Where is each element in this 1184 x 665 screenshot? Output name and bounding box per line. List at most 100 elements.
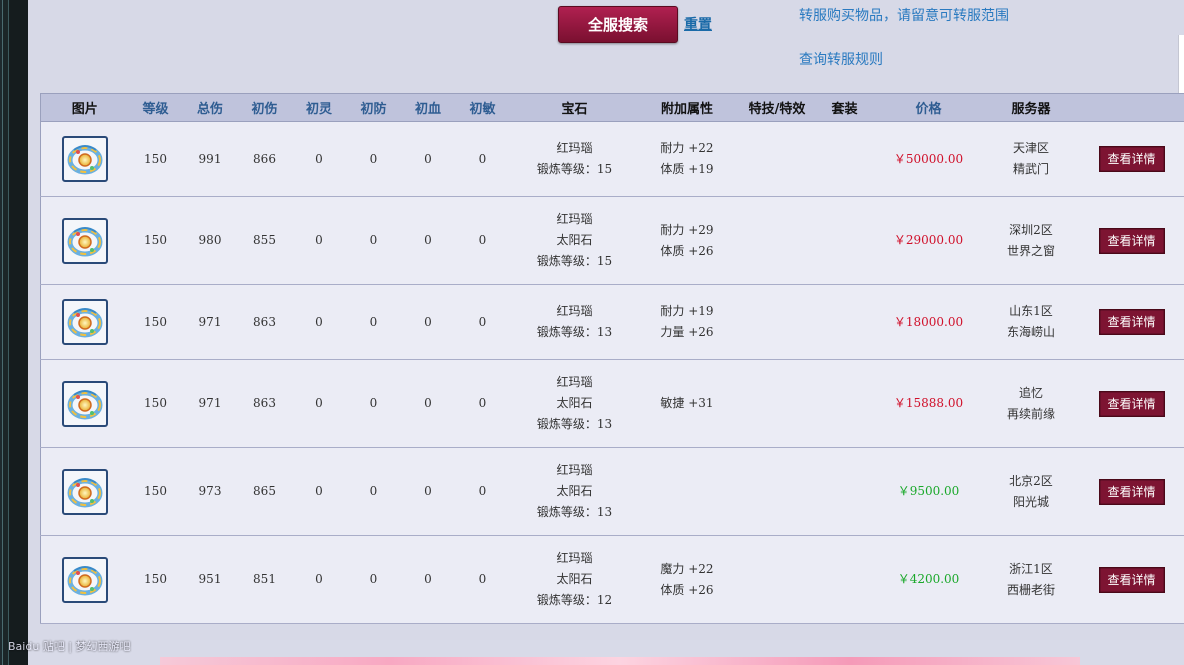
cell-total-damage: 951 [182, 535, 238, 624]
cell-set [819, 121, 870, 197]
cell-total-damage: 971 [182, 359, 238, 448]
cell-level: 150 [128, 447, 183, 536]
cell-action: 查看详情 [1074, 284, 1184, 360]
cell-extra-attributes: 魔力 +22 体质 +26 [639, 535, 735, 624]
cell-initial-hp: 0 [400, 196, 456, 285]
server-search-button[interactable]: 全服搜索 [558, 6, 678, 43]
view-details-button[interactable]: 查看详情 [1098, 478, 1165, 505]
gem-line: 锻炼等级：12 [536, 593, 613, 607]
cell-initial-defense: 0 [346, 447, 401, 536]
cell-initial-agility: 0 [455, 121, 510, 197]
column-header-initial-damage: 初伤 [237, 93, 292, 122]
view-details-button[interactable]: 查看详情 [1098, 227, 1165, 254]
table-row: 150 973 865 0 0 0 0 红玛瑙 太阳石 锻炼等级：13 ￥9500.00 北京2区 阳光… [40, 447, 1184, 536]
view-details-button[interactable]: 查看详情 [1098, 390, 1165, 417]
ring-icon[interactable] [61, 468, 108, 515]
cell-initial-hp: 0 [400, 284, 456, 360]
cell-image [40, 359, 129, 448]
cell-special-skill [734, 535, 820, 624]
column-header-initial-spirit: 初灵 [291, 93, 347, 122]
server-line: 深圳2区 [1009, 222, 1053, 237]
cell-server: 天津区 精武门 [987, 121, 1075, 197]
cell-image [40, 284, 129, 360]
transfer-rules-link[interactable]: 查询转服规则 [799, 49, 883, 69]
cell-gem: 红玛瑙 锻炼等级：13 [509, 284, 640, 360]
ring-icon[interactable] [61, 380, 108, 427]
cell-initial-spirit: 0 [291, 284, 347, 360]
ring-icon[interactable] [61, 299, 108, 345]
table-row: 150 980 855 0 0 0 0 红玛瑙 太阳石 锻炼等级：15 耐力 +29 体质 +26 ￥2… [40, 196, 1184, 285]
cell-price: ￥50000.00 [869, 121, 988, 197]
gem-line: 太阳石 [556, 233, 593, 247]
cell-initial-agility: 0 [455, 359, 510, 448]
view-details-button[interactable]: 查看详情 [1098, 146, 1165, 172]
attribute-line: 耐力 +29 [660, 222, 714, 237]
column-header-gem: 宝石 [509, 93, 640, 122]
cell-extra-attributes: 耐力 +22 体质 +19 [639, 121, 735, 197]
cell-initial-spirit: 0 [291, 359, 347, 448]
ring-icon[interactable] [61, 136, 108, 182]
reset-link[interactable]: 重置 [684, 14, 712, 34]
cell-server: 深圳2区 世界之窗 [987, 196, 1075, 285]
column-header-action [1074, 93, 1184, 122]
gem-line: 锻炼等级：13 [536, 417, 613, 431]
attribute-line: 耐力 +19 [660, 304, 714, 318]
cell-price: ￥15888.00 [869, 359, 988, 448]
cell-action: 查看详情 [1074, 359, 1184, 448]
cell-initial-defense: 0 [346, 196, 401, 285]
column-header-set: 套装 [819, 93, 870, 122]
attribute-line: 敏捷 +31 [660, 396, 714, 410]
cell-set [819, 284, 870, 360]
server-line: 追忆 [1018, 385, 1043, 400]
gem-line: 太阳石 [556, 396, 593, 410]
main-panel: 全服搜索 重置 转服购买物品，请留意可转服范围 查询转服规则 图片 等级 总伤 初伤初… [28, 0, 1184, 640]
gem-line: 锻炼等级：13 [536, 325, 613, 339]
cell-server: 追忆 再续前缘 [987, 359, 1075, 448]
ring-icon[interactable] [61, 217, 108, 264]
cell-image [40, 196, 129, 285]
cell-initial-defense: 0 [346, 284, 401, 360]
ring-icon[interactable] [61, 556, 108, 603]
gem-line: 锻炼等级：15 [536, 254, 613, 268]
cell-initial-damage: 866 [237, 121, 292, 197]
cell-special-skill [734, 447, 820, 536]
cell-initial-spirit: 0 [291, 196, 347, 285]
column-header-initial-defense: 初防 [346, 93, 401, 122]
cell-total-damage: 991 [182, 121, 238, 197]
column-header-special-skill: 特技/特效 [734, 93, 820, 122]
server-line: 北京2区 [1009, 473, 1053, 488]
cell-initial-defense: 0 [346, 535, 401, 624]
gem-line: 红玛瑙 [556, 463, 593, 477]
cell-price: ￥29000.00 [869, 196, 988, 285]
cell-initial-defense: 0 [346, 121, 401, 197]
cell-server: 浙江1区 西栅老街 [987, 535, 1075, 624]
cell-special-skill [734, 121, 820, 197]
table-header-row: 图片 等级 总伤 初伤 初灵 初防 初血 初敏 宝石 附加属性 特技/特效 套装 价格 服务器 [40, 93, 1184, 122]
cell-initial-spirit: 0 [291, 447, 347, 536]
cell-set [819, 535, 870, 624]
gem-line: 红玛瑙 [556, 375, 593, 389]
gem-line: 太阳石 [556, 572, 593, 586]
attribute-line: 体质 +26 [660, 243, 714, 258]
cell-initial-hp: 0 [400, 359, 456, 448]
cell-action: 查看详情 [1074, 535, 1184, 624]
column-header-level: 等级 [128, 93, 183, 122]
cell-initial-spirit: 0 [291, 535, 347, 624]
table-row: 150 991 866 0 0 0 0 红玛瑙 锻炼等级：15 耐力 +22 体质 +19 ￥5000… [40, 121, 1184, 197]
cell-extra-attributes: 耐力 +29 体质 +26 [639, 196, 735, 285]
cell-level: 150 [128, 196, 183, 285]
gem-line: 红玛瑙 [556, 212, 593, 226]
cell-level: 150 [128, 359, 183, 448]
view-details-button[interactable]: 查看详情 [1098, 566, 1165, 593]
table-row: 150 971 863 0 0 0 0 红玛瑙 太阳石 锻炼等级：13 敏捷 +31 ￥15888.0… [40, 359, 1184, 448]
cell-action: 查看详情 [1074, 447, 1184, 536]
view-details-button[interactable]: 查看详情 [1098, 309, 1165, 335]
cell-initial-damage: 863 [237, 359, 292, 448]
cell-initial-agility: 0 [455, 535, 510, 624]
table-row: 150 971 863 0 0 0 0 红玛瑙 锻炼等级：13 耐力 +19 力量 +26 ￥1800… [40, 284, 1184, 360]
results-table: 图片 等级 总伤 初伤 初灵 初防 初血 初敏 宝石 附加属性 特技/特效 套装 价格 服务器 150 99… [40, 93, 1184, 624]
cell-image [40, 535, 129, 624]
cell-gem: 红玛瑙太阳石锻炼等级：13 [509, 359, 640, 448]
cell-total-damage: 971 [182, 284, 238, 360]
column-header-extra-attributes: 附加属性 [639, 93, 735, 122]
